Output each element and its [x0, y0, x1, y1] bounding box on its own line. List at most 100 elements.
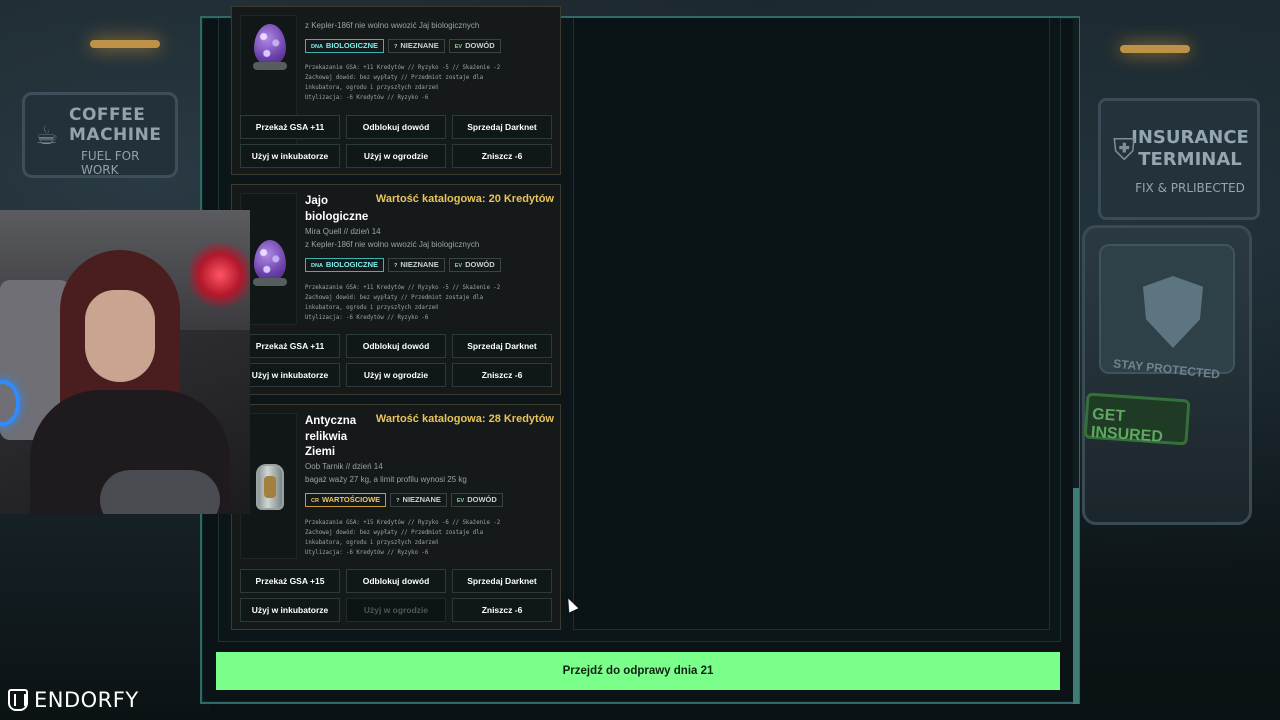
- destroy-button[interactable]: Zniszcz -6: [452, 598, 552, 622]
- coffee-cup-icon: ☕: [35, 121, 59, 151]
- inventory-list-area: z Kepler-186f nie wolno wwozić Jaj biolo…: [218, 6, 1061, 642]
- coffee-machine-sign: ☕ COFFEE MACHINE FUEL FOR WORK: [22, 92, 178, 178]
- desc-line: Utylizacja: -6 Kredytów // Ryzyko -6: [305, 95, 429, 101]
- item-description: Przekazanie GSA: +11 Kredytów // Ryzyko …: [305, 63, 555, 103]
- destroy-button[interactable]: Zniszcz -6: [452, 363, 552, 387]
- insurance-machine: STAY PROTECTED GET INSURED: [1082, 225, 1252, 525]
- get-insured-sign: GET INSURED: [1083, 392, 1191, 446]
- proceed-to-day-briefing-button[interactable]: Przejdź do odprawy dnia 21: [216, 652, 1060, 690]
- desc-line: Utylizacja: -6 Kredytów // Ryzyko -6: [305, 315, 429, 321]
- unlock-evidence-button[interactable]: Odblokuj dowód: [346, 115, 446, 139]
- evidence-icon: EV: [454, 44, 463, 50]
- item-catalog-value: Wartość katalogowa: 28 Kredytów: [375, 413, 554, 425]
- item-catalog-value: Wartość katalogowa: 20 Kredytów: [375, 193, 554, 205]
- item-card: Antyczna relikwia Ziemi Wartość katalogo…: [231, 404, 561, 630]
- transfer-gsa-button[interactable]: Przekaż GSA +15: [240, 569, 340, 593]
- tag-label: DOWÓD: [465, 41, 495, 50]
- insurance-sign-line1: INSURANCE: [1131, 127, 1249, 148]
- egg-icon: [254, 240, 286, 282]
- item-description: Przekazanie GSA: +15 Kredytów // Ryzyko …: [305, 518, 555, 558]
- relic-icon: [264, 476, 276, 498]
- shield-icon: [1143, 276, 1203, 348]
- sponsor-logo: ENDORFY: [8, 688, 139, 712]
- use-incubator-button[interactable]: Użyj w inkubatorze: [240, 598, 340, 622]
- relic-jar-icon: [256, 464, 284, 510]
- unlock-evidence-button[interactable]: Odblokuj dowód: [346, 569, 446, 593]
- egg-stand-icon: [253, 62, 287, 70]
- tag-label: DOWÓD: [465, 260, 495, 269]
- dna-icon: DNA: [311, 44, 323, 50]
- item-tags: DNA BIOLOGICZNE ? NIEZNANE EV DOWÓD: [305, 39, 501, 53]
- tag-unknown: ? NIEZNANE: [390, 493, 447, 507]
- transfer-gsa-button[interactable]: Przekaż GSA +11: [240, 334, 340, 358]
- unlock-evidence-button[interactable]: Odblokuj dowód: [346, 334, 446, 358]
- desc-line: Zachowaj dowód: bez wypłaty // Przedmiot…: [305, 75, 484, 81]
- transfer-gsa-button[interactable]: Przekaż GSA +11: [240, 115, 340, 139]
- evidence-icon: EV: [456, 498, 465, 504]
- tag-label: NIEZNANE: [400, 41, 439, 50]
- panel-scrollbar[interactable]: [1073, 18, 1079, 704]
- webcam-streamer-face: [85, 290, 155, 382]
- sell-darknet-button[interactable]: Sprzedaj Darknet: [452, 115, 552, 139]
- tag-label: DOWÓD: [467, 495, 497, 504]
- tag-evidence: EV DOWÓD: [448, 258, 501, 272]
- sell-darknet-button[interactable]: Sprzedaj Darknet: [452, 569, 552, 593]
- insurance-machine-screen: STAY PROTECTED: [1099, 244, 1235, 382]
- desc-line: Zachowaj dowód: bez wypłaty // Przedmiot…: [305, 295, 484, 301]
- tag-valuable: CR WARTOŚCIOWE: [305, 493, 387, 507]
- scrollbar-thumb[interactable]: [1073, 488, 1079, 704]
- tag-evidence: EV DOWÓD: [450, 493, 503, 507]
- use-incubator-button[interactable]: Użyj w inkubatorze: [240, 144, 340, 168]
- webcam-overlay: [0, 210, 250, 514]
- tag-label: BIOLOGICZNE: [325, 41, 379, 50]
- desc-line: inkubatora, ogrodu i przyszłych zdarzeń: [305, 85, 439, 91]
- dna-icon: DNA: [311, 263, 323, 269]
- use-incubator-button[interactable]: Użyj w inkubatorze: [240, 363, 340, 387]
- inventory-panel: z Kepler-186f nie wolno wwozić Jaj biolo…: [200, 6, 1080, 704]
- item-owner: Oob Tarnik // dzień 14: [305, 462, 383, 471]
- question-icon: ?: [394, 44, 398, 50]
- desc-line: Przekazanie GSA: +11 Kredytów // Ryzyko …: [305, 65, 501, 71]
- stay-protected-label: STAY PROTECTED: [1112, 356, 1221, 382]
- ceiling-lamp-right: [1120, 45, 1190, 53]
- insurance-terminal-sign: ⛨ INSURANCE TERMINAL FIX & PRLIBECTED: [1098, 98, 1260, 220]
- shield-icon: ⛨: [1113, 133, 1136, 168]
- sponsor-name: ENDORFY: [34, 688, 139, 712]
- use-garden-button[interactable]: Użyj w ogrodzie: [346, 363, 446, 387]
- item-card: z Kepler-186f nie wolno wwozić Jaj biolo…: [231, 6, 561, 175]
- tag-evidence: EV DOWÓD: [448, 39, 501, 53]
- coffee-sign-line2: FUEL FOR WORK: [81, 149, 140, 177]
- egg-stand-icon: [253, 278, 287, 286]
- desc-line: inkubatora, ogrodu i przyszłych zdarzeń: [305, 540, 439, 546]
- sell-darknet-button[interactable]: Sprzedaj Darknet: [452, 334, 552, 358]
- desc-line: Utylizacja: -6 Kredytów // Ryzyko -6: [305, 550, 429, 556]
- desc-line: Przekazanie GSA: +15 Kredytów // Ryzyko …: [305, 520, 501, 526]
- use-garden-button[interactable]: Użyj w ogrodzie: [346, 144, 446, 168]
- tag-label: NIEZNANE: [402, 495, 441, 504]
- egg-icon: [254, 24, 286, 66]
- tag-label: WARTOŚCIOWE: [321, 495, 381, 504]
- item-description: Przekazanie GSA: +11 Kredytów // Ryzyko …: [305, 283, 555, 323]
- item-title: Jajo biologiczne: [305, 195, 369, 223]
- credits-icon: CR: [311, 498, 319, 504]
- endorfy-logo-icon: [8, 689, 28, 711]
- tag-biological: DNA BIOLOGICZNE: [305, 258, 385, 272]
- question-icon: ?: [394, 263, 398, 269]
- destroy-button[interactable]: Zniszcz -6: [452, 144, 552, 168]
- item-owner: Mira Quell // dzień 14: [305, 227, 381, 236]
- coffee-sign-line1: COFFEE MACHINE: [69, 105, 162, 145]
- use-garden-button-disabled: Użyj w ogrodzie: [346, 598, 446, 622]
- evidence-icon: EV: [454, 263, 463, 269]
- item-tags: CR WARTOŚCIOWE ? NIEZNANE EV DOWÓD: [305, 493, 503, 507]
- item-rule: z Kepler-186f nie wolno wwozić Jaj biolo…: [305, 21, 480, 30]
- desc-line: inkubatora, ogrodu i przyszłych zdarzeń: [305, 305, 439, 311]
- tag-label: NIEZNANE: [400, 260, 439, 269]
- item-card: Jajo biologiczne Wartość katalogowa: 20 …: [231, 184, 561, 395]
- item-title: Antyczna relikwia Ziemi: [305, 415, 357, 458]
- webcam-microphone: [100, 470, 220, 514]
- question-icon: ?: [396, 498, 400, 504]
- tag-label: BIOLOGICZNE: [325, 260, 379, 269]
- tag-unknown: ? NIEZNANE: [388, 39, 445, 53]
- desc-line: Przekazanie GSA: +11 Kredytów // Ryzyko …: [305, 285, 501, 291]
- insurance-sign-line2: TERMINAL: [1138, 149, 1242, 170]
